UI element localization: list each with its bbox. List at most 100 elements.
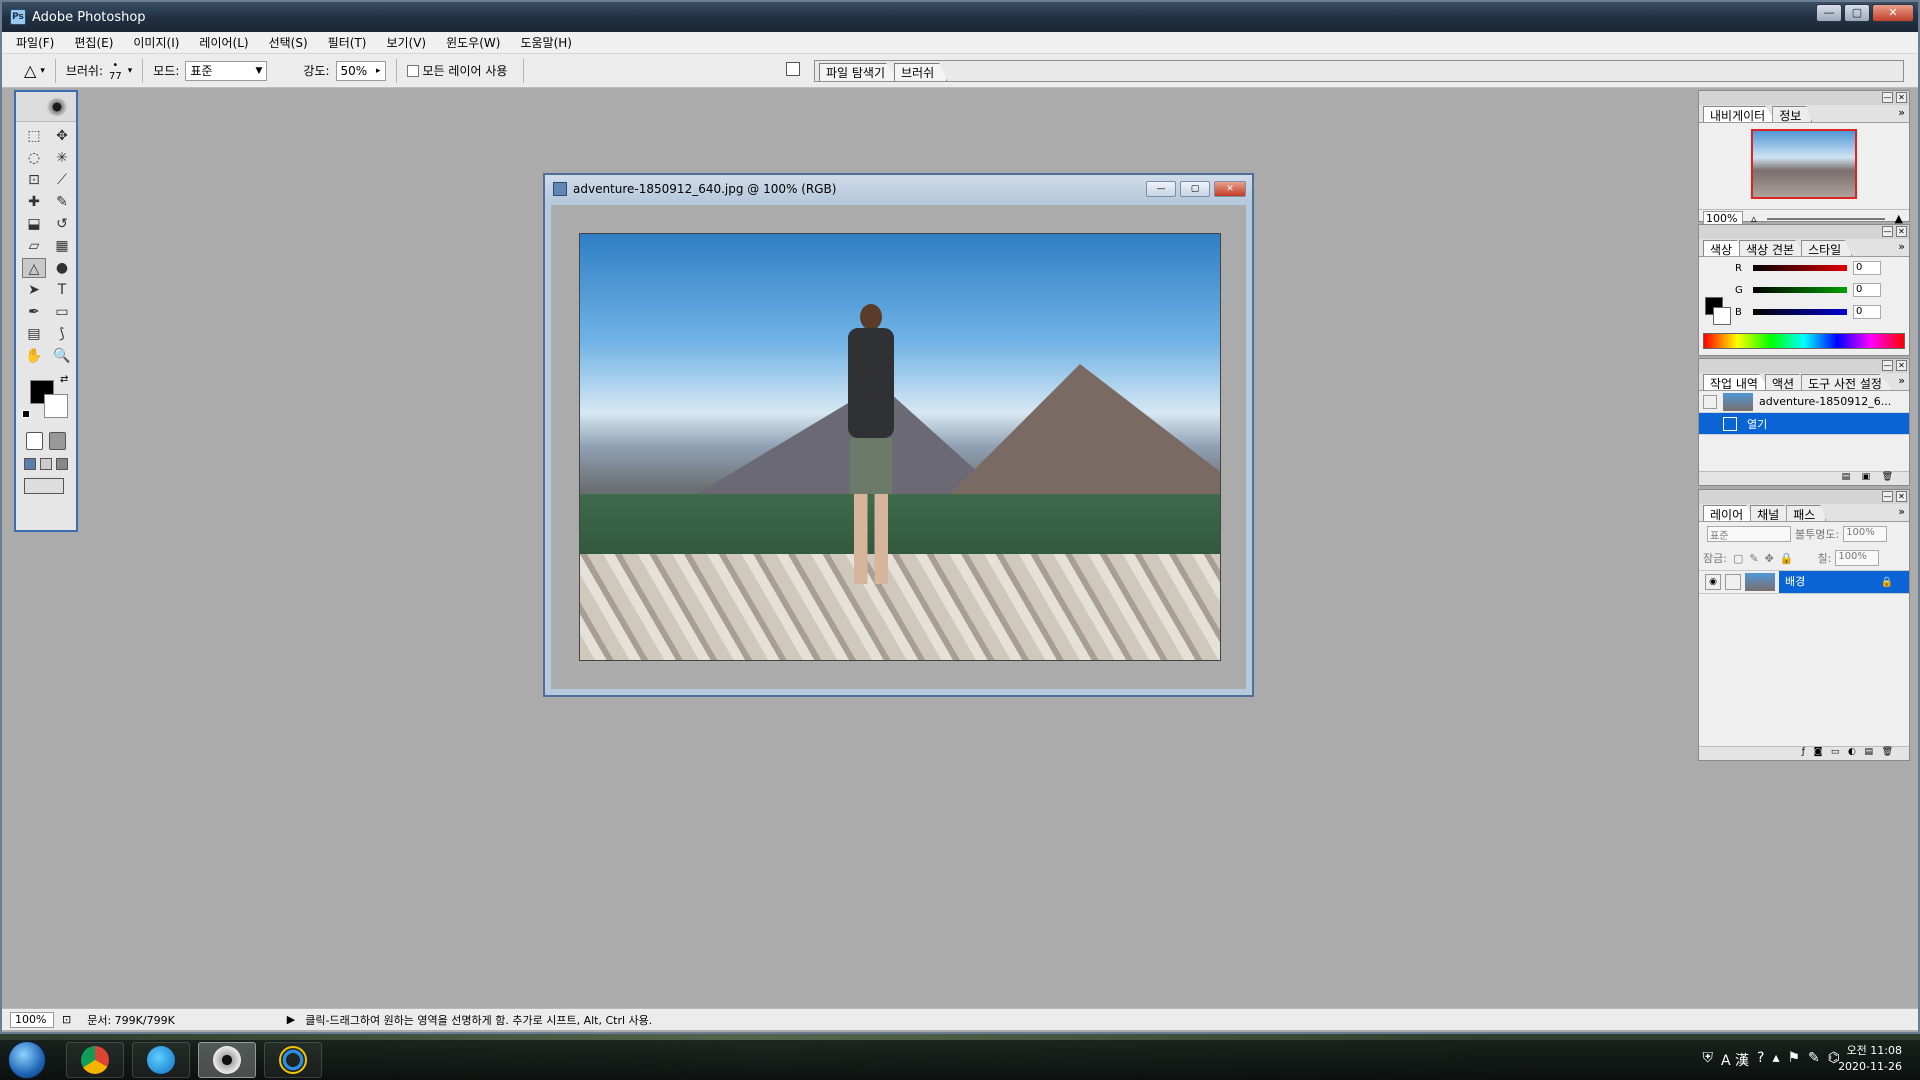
standard-mode-icon[interactable]: [26, 432, 43, 450]
fill-field[interactable]: 100%: [1835, 550, 1880, 566]
brush-preview-icon[interactable]: • 77: [109, 60, 122, 82]
tab-tool-presets[interactable]: 도구 사전 설정: [1801, 374, 1893, 390]
menu-help[interactable]: 도움말(H): [516, 32, 576, 53]
slice-tool-icon[interactable]: ⟋: [50, 170, 74, 190]
screen-mode-full-menu-icon[interactable]: [40, 458, 52, 470]
default-colors-icon[interactable]: [22, 410, 30, 418]
sharpen-tool-icon[interactable]: △: [24, 61, 36, 80]
sharpen-tool-active-icon[interactable]: △: [22, 258, 46, 278]
history-brush-source-icon[interactable]: [1703, 394, 1717, 409]
status-arrow-icon[interactable]: ▶: [287, 1013, 295, 1026]
tab-navigator[interactable]: 내비게이터: [1703, 106, 1777, 122]
palette-well-icon[interactable]: [786, 62, 800, 76]
adjustment-layer-icon[interactable]: ◐: [1848, 747, 1856, 757]
status-doc-size[interactable]: 문서: 799K/799K: [87, 1012, 175, 1028]
panel-minimize-icon[interactable]: —: [1882, 92, 1893, 103]
pen-tool-icon[interactable]: ✒: [22, 302, 46, 322]
tab-styles[interactable]: 스타일: [1801, 240, 1853, 256]
zoom-tool-icon[interactable]: 🔍: [50, 346, 74, 366]
background-color-swatch[interactable]: [44, 394, 68, 418]
minimize-button[interactable]: —: [1816, 4, 1842, 22]
lock-transparency-icon[interactable]: ▢: [1733, 552, 1743, 565]
photoshop-titlebar[interactable]: Ps Adobe Photoshop — ▢ ✕: [2, 2, 1918, 32]
layer-visibility-eye-icon[interactable]: ◉: [1705, 574, 1721, 590]
new-document-icon[interactable]: ▤: [1842, 472, 1851, 482]
path-selection-tool-icon[interactable]: ➤: [22, 280, 46, 300]
panel-minimize-icon[interactable]: —: [1882, 226, 1893, 237]
toolbox-header[interactable]: [16, 92, 76, 122]
layer-blend-mode-dropdown[interactable]: 표준: [1707, 526, 1791, 542]
jump-to-imageready-icon[interactable]: [24, 478, 64, 494]
close-button[interactable]: ✕: [1872, 4, 1914, 22]
notes-tool-icon[interactable]: ▤: [22, 324, 46, 344]
crop-tool-icon[interactable]: ⊡: [22, 170, 46, 190]
menu-edit[interactable]: 편집(E): [70, 32, 117, 53]
color-panel-header[interactable]: — ✕: [1699, 225, 1909, 239]
document-maximize-button[interactable]: ▢: [1180, 181, 1210, 197]
channel-r-slider[interactable]: [1753, 265, 1847, 271]
layer-background[interactable]: ◉ 배경 🔒: [1699, 570, 1909, 594]
eraser-tool-icon[interactable]: ▱: [22, 236, 46, 256]
screen-mode-standard-icon[interactable]: [24, 458, 36, 470]
tab-info[interactable]: 정보: [1772, 106, 1813, 122]
panel-minimize-icon[interactable]: —: [1882, 360, 1893, 371]
dock-tab-file-browser[interactable]: 파일 탐색기: [819, 63, 899, 81]
tab-swatches[interactable]: 색상 견본: [1739, 240, 1806, 256]
lock-paint-icon[interactable]: ✎: [1749, 552, 1758, 565]
tab-actions[interactable]: 액션: [1764, 374, 1806, 390]
screen-mode-full-icon[interactable]: [56, 458, 68, 470]
navigator-zoom-slider[interactable]: [1766, 217, 1885, 220]
document-titlebar[interactable]: adventure-1850912_640.jpg @ 100% (RGB) —…: [545, 175, 1252, 203]
tray-expand-icon[interactable]: ▴: [1772, 1050, 1779, 1070]
tab-channels[interactable]: 채널: [1750, 505, 1791, 521]
status-info-icon[interactable]: ⊡: [62, 1013, 71, 1026]
history-snapshot[interactable]: adventure-1850912_6...: [1699, 391, 1909, 413]
tab-layers[interactable]: 레이어: [1703, 505, 1755, 521]
quick-mask-mode-icon[interactable]: [49, 432, 66, 450]
channel-g-value[interactable]: 0: [1853, 283, 1881, 297]
channel-r-value[interactable]: 0: [1853, 261, 1881, 275]
document-canvas-area[interactable]: [551, 205, 1246, 689]
pen-icon[interactable]: ✎: [1808, 1050, 1820, 1070]
hand-tool-icon[interactable]: ✋: [22, 346, 46, 366]
layer-set-folder-icon[interactable]: ▭: [1831, 747, 1840, 757]
new-layer-icon[interactable]: ▤: [1864, 747, 1873, 757]
dock-tab-brushes[interactable]: 브러쉬: [894, 63, 948, 81]
lasso-tool-icon[interactable]: ◌: [22, 148, 46, 168]
menu-file[interactable]: 파일(F): [12, 32, 58, 53]
magic-wand-tool-icon[interactable]: ✳: [50, 148, 74, 168]
brush-tool-icon[interactable]: ✎: [50, 192, 74, 212]
layer-mask-icon[interactable]: ◙: [1814, 747, 1823, 757]
strength-field[interactable]: 50% ▸: [335, 60, 386, 81]
document-minimize-button[interactable]: —: [1146, 181, 1176, 197]
taskbar-clock[interactable]: 오전 11:08 2020-11-26: [1838, 1043, 1902, 1075]
move-tool-icon[interactable]: ✥: [50, 126, 74, 146]
layer-link-brush-icon[interactable]: [1725, 574, 1741, 590]
navigator-panel-header[interactable]: — ✕: [1699, 91, 1909, 105]
panel-menu-icon[interactable]: »: [1898, 374, 1905, 387]
document-image-mountain-hiker[interactable]: [579, 233, 1221, 661]
history-step-open[interactable]: 열기: [1699, 413, 1909, 435]
panel-menu-icon[interactable]: »: [1898, 240, 1905, 253]
menu-layer[interactable]: 레이어(L): [195, 32, 252, 53]
dodge-tool-icon[interactable]: ●: [50, 258, 74, 278]
lock-position-icon[interactable]: ✥: [1765, 552, 1774, 565]
color-background-swatch[interactable]: [1713, 307, 1731, 325]
eyedropper-tool-icon[interactable]: ⟆: [50, 324, 74, 344]
channel-b-slider[interactable]: [1753, 309, 1847, 315]
maximize-button[interactable]: ▢: [1844, 4, 1870, 22]
menu-filter[interactable]: 필터(T): [324, 32, 371, 53]
tab-history[interactable]: 작업 내역: [1703, 374, 1769, 390]
trash-icon[interactable]: 🗑: [1882, 472, 1893, 482]
panel-close-icon[interactable]: ✕: [1896, 92, 1907, 103]
delete-layer-icon[interactable]: 🗑: [1882, 747, 1893, 757]
mode-dropdown[interactable]: 표준 ▼: [185, 60, 268, 81]
healing-brush-tool-icon[interactable]: ✚: [22, 192, 46, 212]
status-zoom-field[interactable]: 100%: [10, 1011, 54, 1028]
swap-colors-icon[interactable]: ⇄: [60, 374, 68, 385]
menu-view[interactable]: 보기(V): [382, 32, 430, 53]
menu-select[interactable]: 선택(S): [265, 32, 312, 53]
panel-close-icon[interactable]: ✕: [1896, 491, 1907, 502]
navigator-thumbnail[interactable]: [1751, 129, 1857, 199]
panel-menu-icon[interactable]: »: [1898, 505, 1905, 518]
